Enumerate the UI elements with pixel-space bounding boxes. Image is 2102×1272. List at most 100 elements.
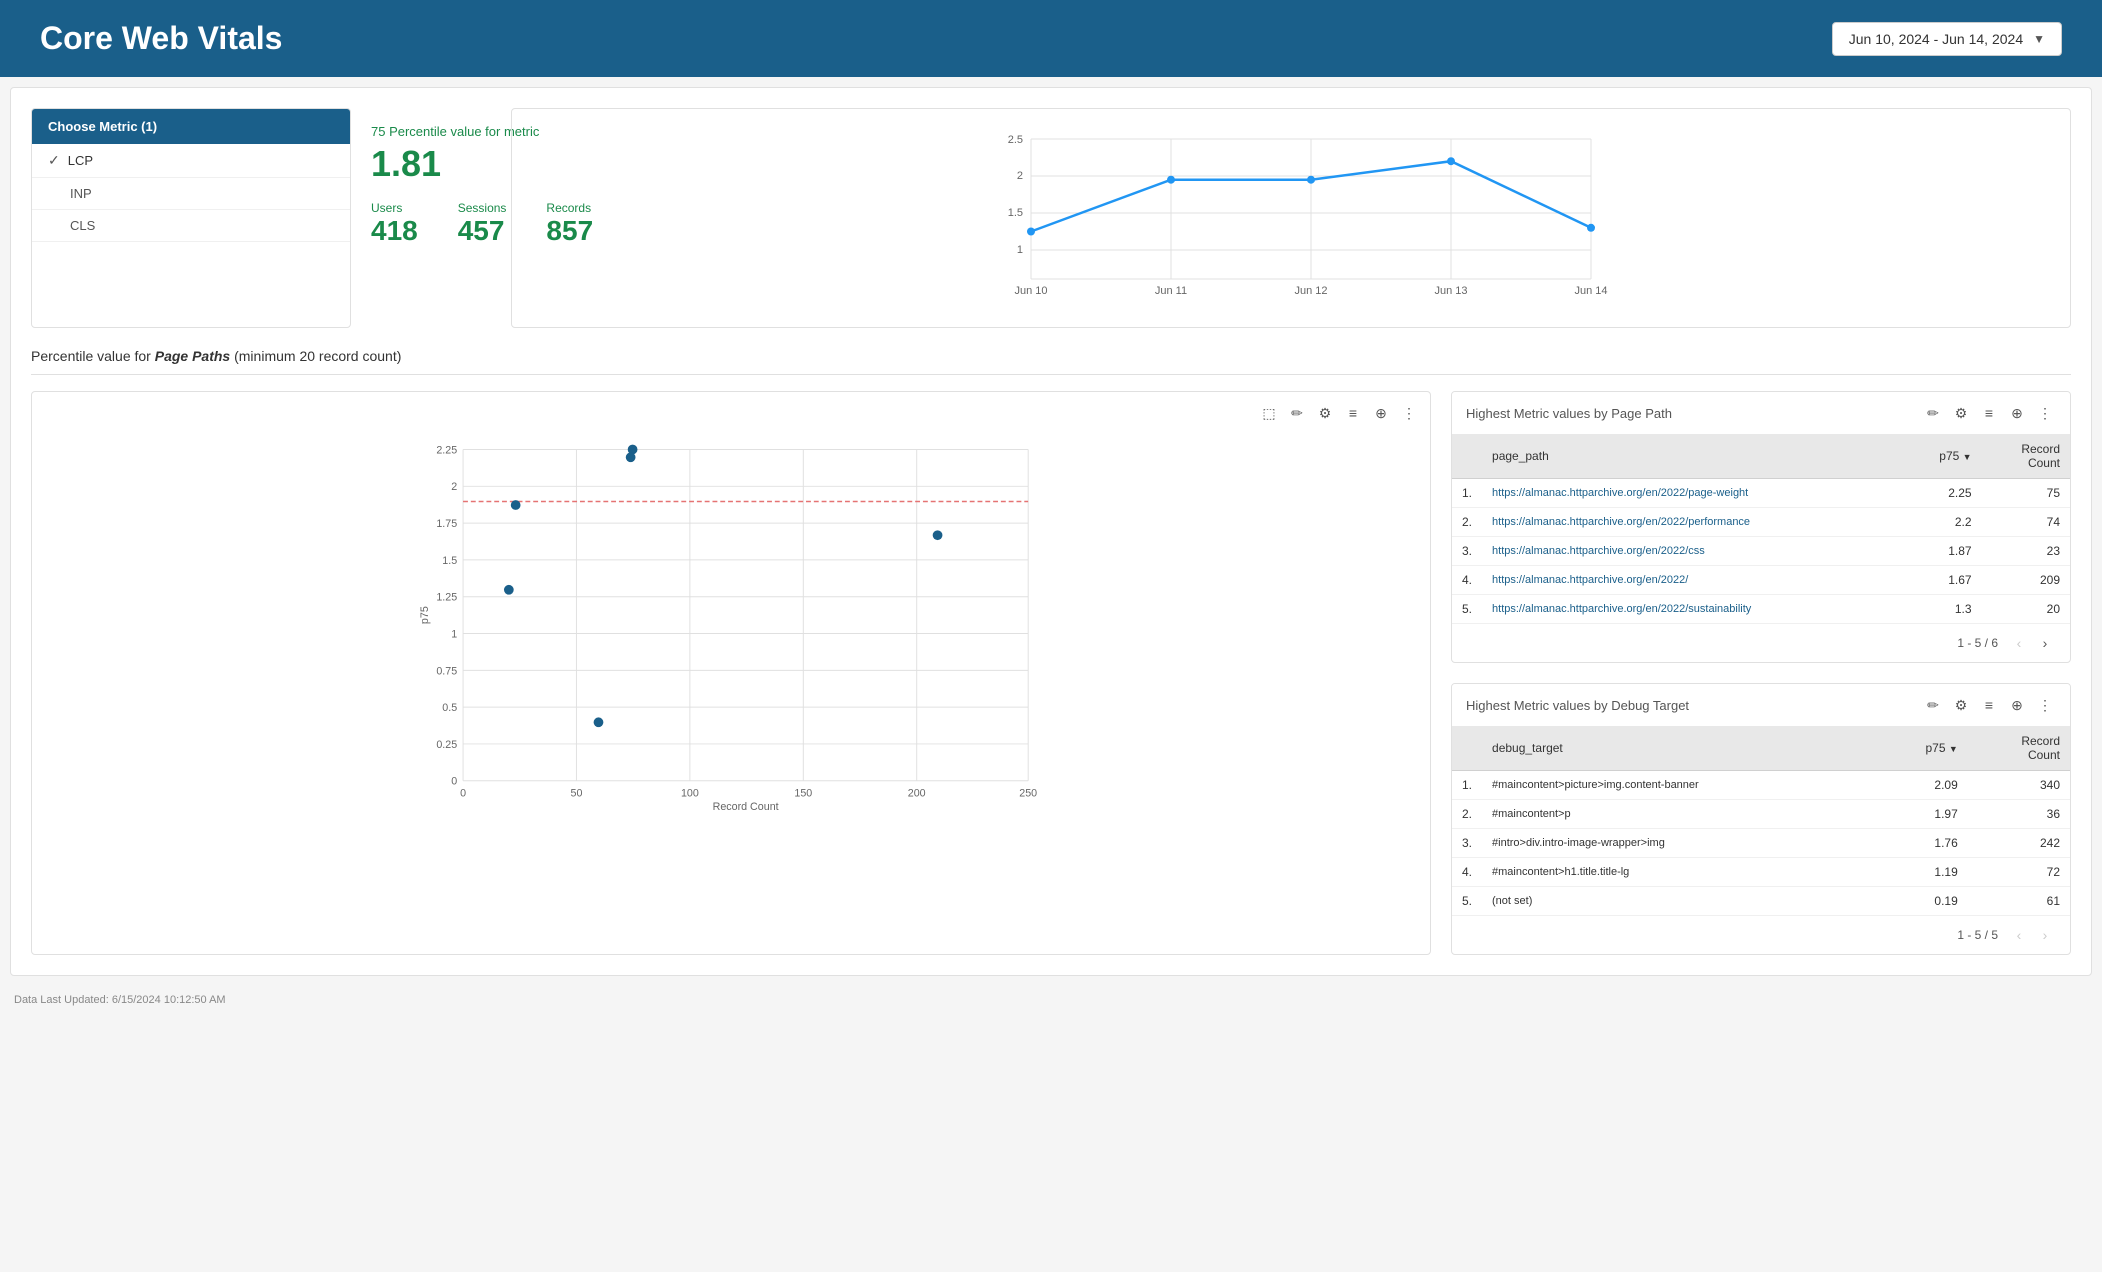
top-section: Choose Metric (1) ✓ LCP INP CLS (31, 108, 2071, 328)
table-row: 3. #intro>div.intro-image-wrapper>img 1.… (1452, 829, 2070, 858)
svg-text:Jun 14: Jun 14 (1574, 285, 1607, 297)
sliders-icon[interactable]: ⚙ (1314, 402, 1336, 424)
search3-icon[interactable]: ⊕ (2006, 694, 2028, 716)
debug-pagination: 1 - 5 / 5 ‹ › (1452, 916, 2070, 954)
sort-icon: ▼ (1963, 452, 1972, 462)
sessions-value: 457 (458, 215, 507, 247)
line-chart-svg: 2.5 2 1.5 1 Jun 10 Jun 11 Jun 12 Jun 13 … (522, 119, 2060, 299)
metric-item-inp[interactable]: INP (32, 178, 350, 210)
metric-list: ✓ LCP INP CLS (32, 144, 350, 242)
search-icon[interactable]: ⊕ (1370, 402, 1392, 424)
row-record: 74 (1982, 508, 2070, 537)
col-record-header[interactable]: RecordCount (1982, 434, 2070, 479)
svg-text:150: 150 (794, 787, 812, 799)
row-num: 3. (1452, 537, 1482, 566)
table-row: 4. https://almanac.httparchive.org/en/20… (1452, 566, 2070, 595)
row-p75: 2.2 (1903, 508, 1982, 537)
row-p75: 2.25 (1903, 479, 1982, 508)
chevron-down-icon: ▼ (2033, 32, 2045, 46)
prev-page-btn[interactable]: ‹ (2008, 632, 2030, 654)
date-range-picker[interactable]: Jun 10, 2024 - Jun 14, 2024 ▼ (1832, 22, 2062, 56)
debug-col-target[interactable]: debug_target (1482, 726, 1877, 771)
svg-text:200: 200 (908, 787, 926, 799)
svg-text:2.25: 2.25 (436, 444, 457, 456)
row-record: 20 (1982, 595, 2070, 624)
debug-table-header: Highest Metric values by Debug Target ✏ … (1452, 684, 2070, 726)
line-chart-area: 2.5 2 1.5 1 Jun 10 Jun 11 Jun 12 Jun 13 … (511, 108, 2071, 328)
row-record: 23 (1982, 537, 2070, 566)
debug-table: debug_target p75 ▼ RecordCount 1. #mainc… (1452, 726, 2070, 916)
filter-icon[interactable]: ≡ (1342, 402, 1364, 424)
rect-select-icon[interactable]: ⬚ (1258, 402, 1280, 424)
row-num: 4. (1452, 858, 1482, 887)
footer: Data Last Updated: 6/15/2024 10:12:50 AM (0, 986, 2102, 1014)
pencil-icon[interactable]: ✏ (1286, 402, 1308, 424)
svg-text:Jun 12: Jun 12 (1294, 285, 1327, 297)
bottom-section: ⬚ ✏ ⚙ ≡ ⊕ ⋮ (31, 391, 2071, 955)
search2-icon[interactable]: ⊕ (2006, 402, 2028, 424)
next-page-btn[interactable]: › (2034, 632, 2056, 654)
row-debug: #maincontent>h1.title.title-lg (1482, 858, 1877, 887)
row-p75: 1.19 (1877, 858, 1968, 887)
last-updated-label: Data Last Updated: 6/15/2024 10:12:50 AM (14, 994, 226, 1006)
table-row: 2. https://almanac.httparchive.org/en/20… (1452, 508, 2070, 537)
row-num: 4. (1452, 566, 1482, 595)
tables-panel: Highest Metric values by Page Path ✏ ⚙ ≡… (1451, 391, 2071, 955)
row-record: 72 (1968, 858, 2070, 887)
page-path-nav: ‹ › (2008, 632, 2056, 654)
row-path: https://almanac.httparchive.org/en/2022/… (1482, 479, 1903, 508)
page-path-page-info: 1 - 5 / 6 (1957, 636, 1998, 650)
row-debug: #maincontent>p (1482, 800, 1877, 829)
col-path-header[interactable]: page_path (1482, 434, 1903, 479)
svg-text:Jun 10: Jun 10 (1014, 285, 1047, 297)
metric-item-cls[interactable]: CLS (32, 210, 350, 242)
svg-text:0.5: 0.5 (442, 702, 457, 714)
row-num: 2. (1452, 508, 1482, 537)
page-path-header-icons: ✏ ⚙ ≡ ⊕ ⋮ (1922, 402, 2056, 424)
section-title-suffix: (minimum 20 record count) (230, 348, 401, 364)
edit-icon[interactable]: ✏ (1922, 402, 1944, 424)
debug-next-btn[interactable]: › (2034, 924, 2056, 946)
debug-nav: ‹ › (2008, 924, 2056, 946)
debug-col-p75[interactable]: p75 ▼ (1877, 726, 1968, 771)
page-path-table: page_path p75 ▼ RecordCount 1. https://a… (1452, 434, 2070, 624)
metric-item-lcp[interactable]: ✓ LCP (32, 144, 350, 178)
sessions-label: Sessions (458, 201, 507, 215)
more2-icon[interactable]: ⋮ (2034, 402, 2056, 424)
users-label: Users (371, 201, 418, 215)
filter2-icon[interactable]: ≡ (1978, 402, 2000, 424)
scatter-dot-5[interactable] (504, 585, 514, 595)
page-path-table-container: Highest Metric values by Page Path ✏ ⚙ ≡… (1451, 391, 2071, 663)
more3-icon[interactable]: ⋮ (2034, 694, 2056, 716)
table-row: 3. https://almanac.httparchive.org/en/20… (1452, 537, 2070, 566)
row-debug: (not set) (1482, 887, 1877, 916)
scatter-section-title: Percentile value for Page Paths (minimum… (31, 348, 2071, 375)
scatter-dot-2[interactable] (626, 452, 636, 462)
scatter-dot-6[interactable] (594, 717, 604, 727)
table-row: 1. #maincontent>picture>img.content-bann… (1452, 771, 2070, 800)
debug-col-record[interactable]: RecordCount (1968, 726, 2070, 771)
scatter-dot-3[interactable] (511, 500, 521, 510)
edit3-icon[interactable]: ✏ (1922, 694, 1944, 716)
row-debug: #maincontent>picture>img.content-banner (1482, 771, 1877, 800)
scatter-chart-svg: 2.25 2 1.75 1.5 1.25 1 0.75 0.5 0.25 0 p… (42, 430, 1420, 810)
table-row: 5. https://almanac.httparchive.org/en/20… (1452, 595, 2070, 624)
debug-prev-btn[interactable]: ‹ (2008, 924, 2030, 946)
col-p75-header[interactable]: p75 ▼ (1903, 434, 1982, 479)
sessions-stat: Sessions 457 (458, 201, 507, 247)
row-p75: 1.87 (1903, 537, 1982, 566)
more-icon[interactable]: ⋮ (1398, 402, 1420, 424)
sliders3-icon[interactable]: ⚙ (1950, 694, 1972, 716)
choose-metric-button[interactable]: Choose Metric (1) (32, 109, 350, 144)
svg-text:2.5: 2.5 (1008, 134, 1023, 146)
users-value: 418 (371, 215, 418, 247)
filter3-icon[interactable]: ≡ (1978, 694, 2000, 716)
svg-text:1: 1 (1017, 244, 1023, 256)
col-num-header (1452, 434, 1482, 479)
sliders2-icon[interactable]: ⚙ (1950, 402, 1972, 424)
row-num: 3. (1452, 829, 1482, 858)
table-row: 5. (not set) 0.19 61 (1452, 887, 2070, 916)
row-record: 242 (1968, 829, 2070, 858)
svg-text:Record Count: Record Count (713, 801, 779, 810)
scatter-dot-4[interactable] (933, 530, 943, 540)
